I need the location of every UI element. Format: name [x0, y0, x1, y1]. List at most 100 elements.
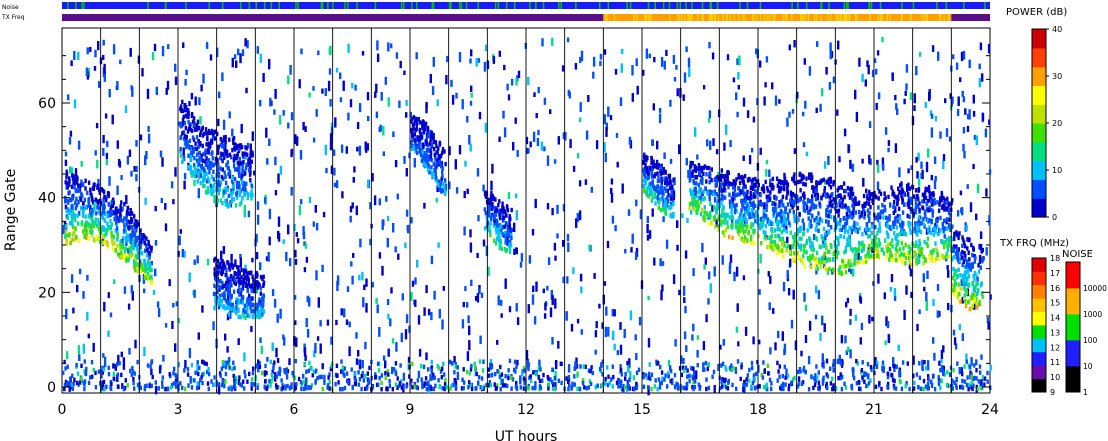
- echo-cell: [514, 369, 517, 374]
- echo-cell: [445, 75, 448, 85]
- noise-spike: [805, 2, 808, 9]
- echo-cell: [955, 62, 959, 70]
- echo-cell: [765, 56, 769, 63]
- echo-cell: [196, 152, 199, 157]
- echo-cell: [250, 288, 253, 293]
- echo-cell: [802, 368, 805, 373]
- echo-cell: [190, 92, 194, 100]
- echo-cell: [411, 122, 415, 127]
- echo-cell: [179, 153, 183, 158]
- echo-cell: [190, 363, 194, 368]
- echo-cell: [130, 225, 134, 230]
- echo-cell: [789, 258, 792, 267]
- echo-cell: [878, 380, 881, 386]
- echo-cell: [243, 205, 246, 215]
- noise-spike: [709, 2, 712, 9]
- echo-cell: [569, 139, 572, 149]
- echo-cell: [335, 180, 339, 189]
- echo-cell: [250, 309, 253, 314]
- echo-cell: [579, 364, 582, 369]
- echo-cell: [285, 374, 289, 380]
- echo-cell: [758, 289, 761, 295]
- echo-cell: [335, 363, 339, 368]
- echo-cell: [418, 127, 422, 133]
- echo-cell: [219, 136, 222, 142]
- echo-cell: [155, 86, 158, 95]
- echo-cell: [112, 364, 115, 369]
- echo-cell: [361, 51, 365, 56]
- echo-cell: [161, 384, 164, 389]
- echo-cell: [746, 373, 750, 378]
- echo-cell: [959, 77, 962, 83]
- echo-cell: [726, 386, 730, 391]
- echo-cell: [119, 59, 122, 65]
- echo-cell: [500, 372, 504, 377]
- echo-cell: [735, 326, 739, 333]
- echo-cell: [515, 78, 518, 86]
- echo-cell: [226, 360, 229, 365]
- echo-cell: [279, 308, 282, 319]
- echo-cell: [620, 63, 623, 73]
- echo-cell: [184, 359, 187, 369]
- echo-cell: [778, 364, 781, 369]
- echo-cell: [826, 385, 829, 391]
- echo-cell: [164, 386, 167, 392]
- echo-cell: [206, 136, 209, 142]
- tx-freq-variation: [940, 14, 942, 21]
- echo-cell: [419, 148, 422, 154]
- echo-cell: [439, 153, 442, 159]
- echo-cell: [505, 213, 508, 218]
- tx-freq-variation: [697, 14, 699, 21]
- tx-freq-segment: [951, 14, 990, 21]
- echo-cell: [339, 387, 342, 392]
- tx-freq-variation: [843, 14, 845, 21]
- echo-cell: [731, 382, 734, 388]
- echo-cell: [243, 183, 246, 189]
- echo-cell: [603, 281, 607, 286]
- echo-cell: [127, 303, 131, 310]
- tx-freq-variation: [688, 14, 690, 21]
- echo-cell: [62, 370, 65, 376]
- echo-cell: [987, 43, 991, 54]
- echo-cell: [424, 121, 428, 126]
- echo-cell: [367, 179, 370, 189]
- echo-cell: [213, 283, 216, 288]
- echo-cell: [88, 223, 91, 228]
- echo-cell: [628, 136, 632, 145]
- echo-cell: [653, 56, 656, 63]
- echo-cell: [813, 382, 817, 388]
- echo-cell: [259, 314, 262, 319]
- echo-cell: [939, 385, 942, 391]
- echo-cell: [624, 371, 627, 377]
- echo-cell: [961, 333, 964, 342]
- echo-cell: [587, 95, 590, 102]
- echo-cell: [411, 361, 414, 366]
- echo-cell: [199, 173, 203, 178]
- echo-cell: [708, 110, 712, 119]
- echo-cell: [496, 340, 499, 345]
- echo-cell: [116, 233, 119, 238]
- echo-cell: [725, 367, 728, 372]
- echo-cell: [482, 239, 486, 247]
- echo-cell: [203, 168, 206, 173]
- echo-cell: [567, 375, 570, 380]
- echo-cell: [490, 364, 494, 370]
- echo-cell: [965, 359, 968, 364]
- echo-cell: [989, 364, 992, 370]
- echo-cell: [195, 135, 199, 140]
- echo-cell: [234, 167, 237, 172]
- echo-cell: [967, 387, 970, 392]
- echo-cell: [68, 381, 71, 387]
- echo-cell: [887, 140, 891, 146]
- echo-cell: [474, 296, 478, 301]
- echo-cell: [320, 374, 323, 379]
- echo-cell: [531, 385, 534, 391]
- echo-cell: [139, 385, 143, 390]
- echo-cell: [507, 232, 510, 237]
- echo-cell: [519, 262, 523, 268]
- tx-freq-variation: [636, 14, 638, 21]
- echo-cell: [567, 364, 571, 373]
- echo-cell: [147, 261, 150, 266]
- echo-cell: [567, 242, 570, 252]
- echo-cell: [240, 180, 244, 185]
